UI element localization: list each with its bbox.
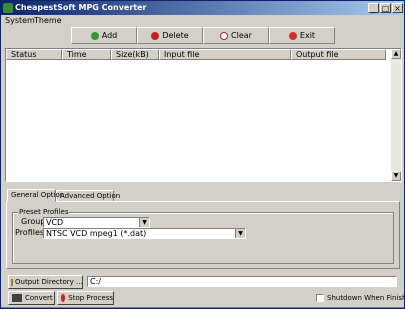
exit-label: Exit: [299, 31, 316, 40]
convert-button[interactable]: Convert: [8, 291, 55, 305]
group-value: VCD: [46, 218, 64, 227]
output-directory-label: Output Directory ...: [15, 278, 83, 286]
minimize-button[interactable]: _: [368, 3, 379, 13]
app-window: CheapestSoft MPG Converter _ □ × System …: [0, 0, 405, 309]
clear-label: Clear: [231, 31, 252, 40]
profiles-label: Profiles:: [15, 228, 47, 237]
status-bar: [1, 307, 404, 308]
delete-button[interactable]: Delete: [137, 27, 203, 44]
scroll-down-icon[interactable]: ▼: [391, 171, 401, 181]
column-status[interactable]: Status: [6, 49, 62, 60]
convert-label: Convert: [25, 294, 53, 302]
add-button[interactable]: Add: [71, 27, 137, 44]
menu-theme[interactable]: Theme: [34, 15, 62, 26]
preset-profiles-group: Preset Profiles Group: VCD ▼ Profiles: N…: [12, 207, 394, 264]
clear-icon: [220, 31, 229, 40]
column-output-file[interactable]: Output file: [291, 49, 386, 60]
file-list[interactable]: Status Time Size(kB) Input file Output f…: [5, 48, 402, 182]
delete-label: Delete: [162, 31, 189, 40]
chevron-down-icon[interactable]: ▼: [235, 229, 245, 238]
profiles-value: NTSC VCD mpeg1 (*.dat): [46, 229, 147, 238]
app-icon: [3, 3, 13, 13]
menu-bar: System Theme: [1, 15, 404, 26]
title-bar: CheapestSoft MPG Converter _ □ ×: [1, 1, 404, 15]
convert-icon: [12, 294, 22, 302]
close-button[interactable]: ×: [392, 3, 403, 13]
preset-profiles-title: Preset Profiles: [18, 207, 70, 217]
output-directory-button[interactable]: Output Directory ...: [8, 275, 83, 289]
menu-system[interactable]: System: [5, 15, 35, 26]
group-select[interactable]: VCD ▼: [43, 217, 150, 228]
list-header: Status Time Size(kB) Input file Output f…: [6, 49, 386, 60]
window-title: CheapestSoft MPG Converter: [15, 3, 147, 12]
shutdown-checkbox[interactable]: [316, 294, 324, 302]
profiles-select[interactable]: NTSC VCD mpeg1 (*.dat) ▼: [43, 228, 246, 239]
clear-button[interactable]: Clear: [203, 27, 269, 44]
scroll-up-icon[interactable]: ▲: [391, 49, 401, 59]
column-input-file[interactable]: Input file: [159, 49, 291, 60]
column-time[interactable]: Time: [62, 49, 111, 60]
stop-icon: [61, 294, 66, 302]
output-path-input[interactable]: C:/: [87, 276, 397, 287]
stop-process-label: Stop Process: [68, 294, 113, 302]
shutdown-label: Shutdown When Finished: [327, 294, 404, 302]
stop-process-button[interactable]: Stop Process: [57, 291, 114, 305]
delete-icon: [151, 31, 160, 40]
general-option-panel: Preset Profiles Group: VCD ▼ Profiles: N…: [6, 201, 400, 269]
exit-button[interactable]: Exit: [269, 27, 335, 44]
exit-icon: [288, 31, 297, 40]
maximize-button[interactable]: □: [380, 3, 391, 13]
tab-general-option[interactable]: General Option: [7, 189, 64, 202]
list-scrollbar[interactable]: ▲ ▼: [391, 49, 401, 181]
add-icon: [90, 31, 99, 40]
chevron-down-icon[interactable]: ▼: [139, 218, 149, 227]
add-label: Add: [101, 31, 118, 40]
column-size[interactable]: Size(kB): [111, 49, 159, 60]
folder-icon: [11, 278, 13, 286]
toolbar: Add Delete Clear Exit: [71, 27, 335, 45]
